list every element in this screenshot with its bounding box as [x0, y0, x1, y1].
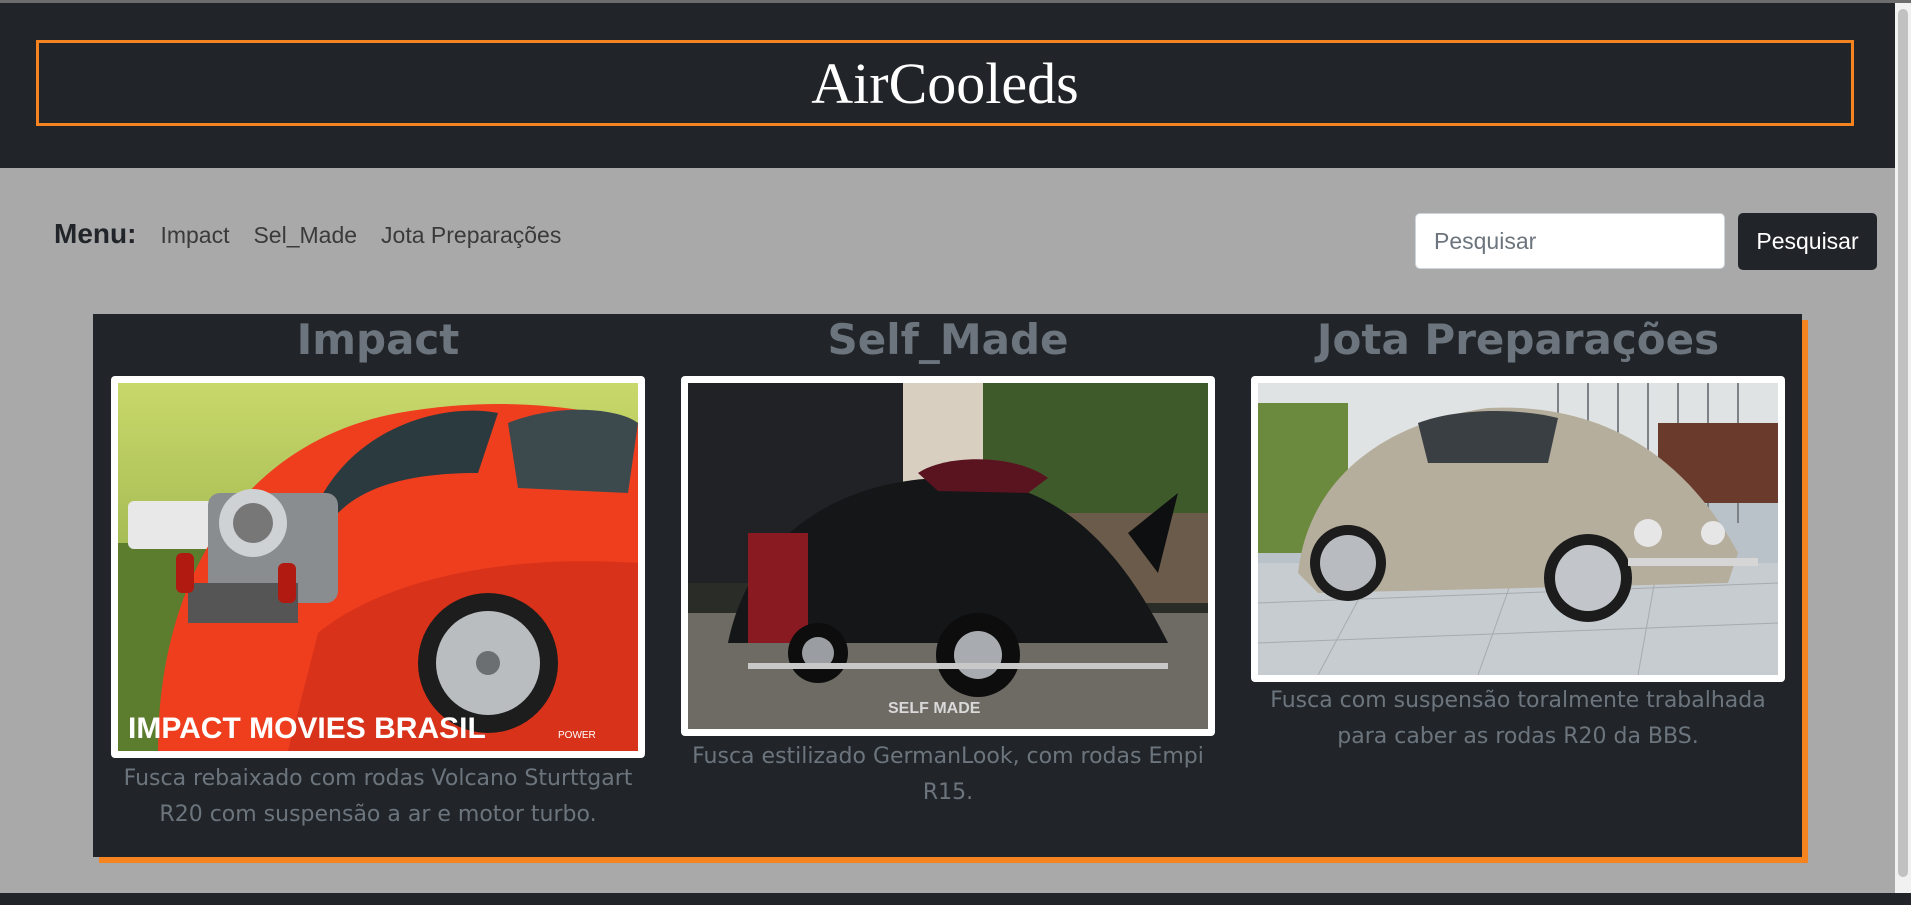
vertical-scrollbar[interactable] [1895, 3, 1911, 893]
nav-link-sel-made[interactable]: Sel_Made [253, 222, 357, 249]
card-description: Fusca estilizado GermanLook, com rodas E… [692, 744, 1204, 805]
card-title: Impact [296, 315, 460, 364]
card-image[interactable]: SELF MADE [688, 383, 1208, 729]
cards-container: Impact IMPACT MOVIES BRASIL POWER Fusca … [93, 314, 1802, 857]
card-description: Fusca com suspensão toralmente trabalhad… [1270, 688, 1766, 749]
card-title: Self_Made [827, 315, 1069, 364]
search-input[interactable] [1415, 213, 1725, 269]
card-image[interactable]: IMPACT MOVIES BRASIL POWER [118, 383, 638, 751]
card-image-frame: SELF MADE [681, 376, 1215, 736]
svg-text:POWER: POWER [558, 730, 596, 741]
card-impact: Impact IMPACT MOVIES BRASIL POWER Fusca … [111, 314, 645, 827]
nav-link-jota-preparacoes[interactable]: Jota Preparações [381, 222, 561, 249]
card-image[interactable] [1258, 383, 1778, 675]
card-self-made: Self_Made SELF MADE Fusca estilizado Ger… [681, 314, 1215, 805]
self-made-watermark: SELF MADE [888, 700, 981, 717]
menu-label: Menu: [54, 218, 137, 249]
card-title: Jota Preparações [1316, 315, 1720, 364]
site-title: AirCooleds [811, 50, 1079, 116]
nav-link-impact[interactable]: Impact [160, 222, 229, 249]
card-image-frame [1251, 376, 1785, 682]
card-image-frame: IMPACT MOVIES BRASIL POWER [111, 376, 645, 758]
search-button[interactable]: Pesquisar [1738, 213, 1877, 270]
site-header: AirCooleds [0, 3, 1895, 168]
card-description: Fusca rebaixado com rodas Volcano Sturtt… [123, 766, 633, 827]
card-jota-preparacoes: Jota Preparações Fusca com suspensão tor… [1251, 314, 1785, 749]
main-nav: Menu: Impact Sel_Made Jota Preparações [54, 218, 585, 250]
title-frame: AirCooleds [36, 40, 1854, 126]
impact-watermark: IMPACT MOVIES BRASIL [128, 712, 486, 745]
page-footer [0, 893, 1911, 905]
scrollbar-thumb[interactable] [1898, 9, 1908, 877]
